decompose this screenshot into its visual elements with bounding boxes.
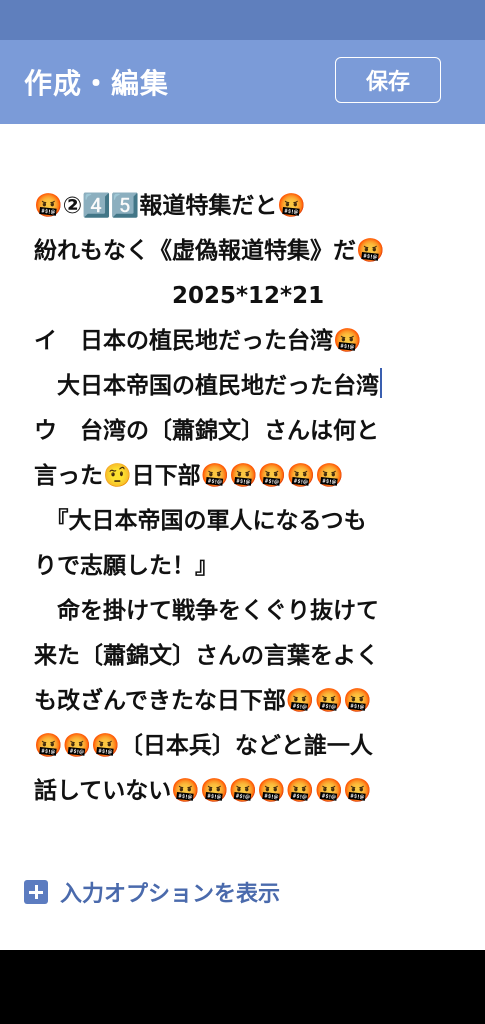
editor-line-text: 大日本帝国の植民地だった台湾 [34,373,379,399]
editor-line: 🤬🤬🤬〔日本兵〕などと誰一人 [34,733,373,759]
status-bar [0,0,485,40]
editor-line: 紛れもなく《虚偽報道特集》だ🤬 [34,238,385,264]
page-title: 作成・編集 [24,67,170,100]
editor-line: ウ 台湾の〔蕭錦文〕さんは何と [34,418,379,444]
save-button[interactable]: 保存 [335,57,441,103]
editor-line: 『大日本帝国の軍人になるつも [34,508,367,534]
input-options-label: 入力オプションを表示 [60,882,281,907]
editor-line: 命を掛けて戦争をくぐり抜けて [34,598,379,624]
editor-line: りで志願した！』 [34,553,218,579]
editor-line: も改ざんできたな日下部🤬🤬🤬 [34,688,372,714]
editor-line: 来た〔蕭錦文〕さんの言葉をよく [34,643,379,669]
editor-line: 話していない🤬🤬🤬🤬🤬🤬🤬 [34,778,372,804]
editor-line: イ 日本の植民地だった台湾🤬 [34,328,362,354]
editor-line: 🤬②4️⃣5️⃣報道特集だと🤬 [34,193,307,219]
navigation-bar [0,950,485,1024]
editor-line: 言った🤨日下部🤬🤬🤬🤬🤬 [34,463,344,489]
plus-icon [24,880,48,904]
editor-line: 2025*12*21 [34,283,325,309]
text-editor[interactable]: 🤬②4️⃣5️⃣報道特集だと🤬 紛れもなく《虚偽報道特集》だ🤬 2025*12*… [34,184,450,814]
text-caret [380,368,382,398]
editor-line-with-caret: 大日本帝国の植民地だった台湾 [34,364,450,409]
app-header: 作成・編集 保存 [0,40,485,124]
show-input-options-button[interactable]: 入力オプションを表示 [24,876,280,908]
